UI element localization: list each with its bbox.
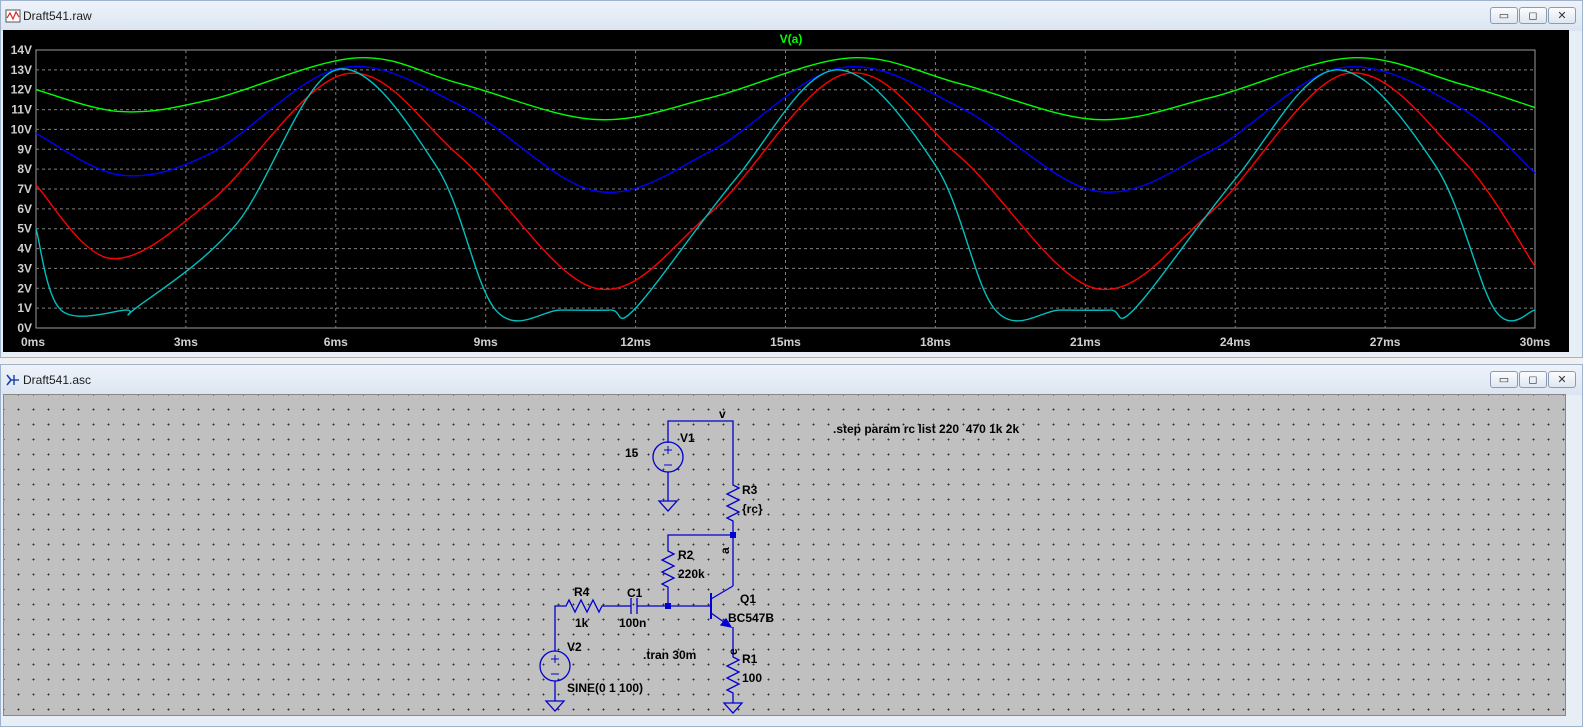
schematic-canvas[interactable]: v V1 15 R3 {rc} a R2 220k R4 1k C1 100n … xyxy=(3,394,1566,716)
r2-symbol[interactable] xyxy=(660,547,676,606)
schematic-titlebar[interactable]: Draft541.asc ▭ ◻ ✕ xyxy=(1,365,1582,395)
x-tick-label: 27ms xyxy=(1370,335,1401,349)
v1-value[interactable]: 15 xyxy=(625,446,639,460)
x-tick-label: 3ms xyxy=(174,335,198,349)
r2-name[interactable]: R2 xyxy=(678,548,694,562)
x-tick-label: 21ms xyxy=(1070,335,1101,349)
r2-value[interactable]: 220k xyxy=(678,567,705,581)
x-tick-label: 9ms xyxy=(474,335,498,349)
junction-dot xyxy=(730,532,736,538)
ground-icon xyxy=(544,700,566,712)
r1-value[interactable]: 100 xyxy=(742,671,762,685)
r4-value[interactable]: 1k xyxy=(575,616,589,630)
v2-value[interactable]: SINE(0 1 100) xyxy=(567,681,643,695)
minimize-button[interactable]: ▭ xyxy=(1490,371,1518,388)
x-tick-label: 6ms xyxy=(324,335,348,349)
net-label-e[interactable]: e xyxy=(726,648,740,655)
r1-name[interactable]: R1 xyxy=(742,652,758,666)
tran-directive[interactable]: .tran 30m xyxy=(643,648,696,662)
y-tick-label: 0V xyxy=(17,321,32,335)
r3-name[interactable]: R3 xyxy=(742,483,758,497)
ground-icon xyxy=(722,702,744,714)
r3-symbol[interactable] xyxy=(725,481,741,535)
r3-value[interactable]: {rc} xyxy=(742,502,763,516)
net-label-a[interactable]: a xyxy=(718,547,732,554)
q1-value[interactable]: BC547B xyxy=(728,611,774,625)
schematic-window-title: Draft541.asc xyxy=(23,373,92,387)
x-tick-label: 12ms xyxy=(620,335,651,349)
x-tick-label: 18ms xyxy=(920,335,951,349)
step-directive[interactable]: .step param rc list 220 470 1k 2k xyxy=(833,422,1019,436)
wire-supply[interactable] xyxy=(667,420,734,481)
x-tick-label: 0ms xyxy=(21,335,45,349)
q1-name[interactable]: Q1 xyxy=(740,592,756,606)
net-label-v[interactable]: v xyxy=(719,407,726,421)
c1-value[interactable]: 100n xyxy=(619,616,646,630)
x-tick-label: 30ms xyxy=(1520,335,1551,349)
c1-name[interactable]: C1 xyxy=(627,586,643,600)
junction-dot xyxy=(665,603,671,609)
x-tick-label: 15ms xyxy=(770,335,801,349)
r4-name[interactable]: R4 xyxy=(574,585,590,599)
schematic-drawing[interactable]: v V1 15 R3 {rc} a R2 220k R4 1k C1 100n … xyxy=(1,1,1564,714)
v1-name[interactable]: V1 xyxy=(680,431,695,445)
close-button[interactable]: ✕ xyxy=(1548,371,1576,388)
restore-button[interactable]: ◻ xyxy=(1519,371,1547,388)
v2-name[interactable]: V2 xyxy=(567,640,582,654)
schematic-file-icon xyxy=(6,374,19,386)
wire-node-a[interactable] xyxy=(667,534,733,547)
ground-icon xyxy=(657,500,679,512)
x-tick-label: 24ms xyxy=(1220,335,1251,349)
